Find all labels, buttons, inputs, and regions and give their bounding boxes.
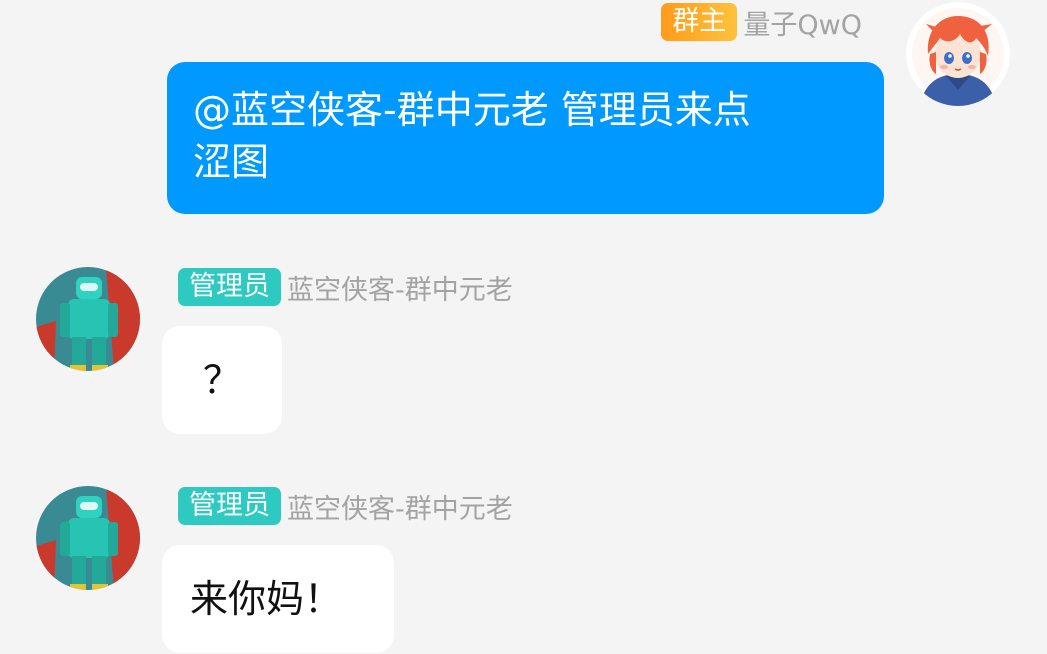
- message-text: ？: [202, 358, 241, 402]
- message-text: @蓝空侠客-群中元老 管理员来点 涩图: [193, 88, 751, 184]
- admin-badge: 管理员: [178, 268, 281, 306]
- sender-name[interactable]: 蓝空侠客-群中元老: [287, 268, 513, 307]
- admin-avatar[interactable]: [36, 486, 140, 590]
- admin-badge: 管理员: [178, 487, 281, 525]
- owner-badge: 群主: [661, 3, 738, 41]
- message-text: 来你妈！: [190, 577, 343, 621]
- admin-avatar[interactable]: [36, 267, 140, 371]
- owner-avatar[interactable]: [906, 2, 1010, 106]
- sender-row: 管理员 蓝空侠客-群中元老: [178, 486, 513, 526]
- message-bubble-other[interactable]: 来你妈！: [162, 545, 394, 653]
- sender-name[interactable]: 蓝空侠客-群中元老: [287, 487, 513, 526]
- teal-pixel-figure-avatar-icon: [36, 267, 140, 371]
- teal-pixel-figure-avatar-icon: [36, 486, 140, 590]
- message-bubble-other[interactable]: ？: [162, 326, 282, 434]
- sender-name[interactable]: 量子QwQ: [743, 3, 862, 42]
- sender-row: 管理员 蓝空侠客-群中元老: [178, 267, 513, 307]
- sender-row: 群主 量子QwQ: [661, 2, 862, 42]
- anime-character-avatar-icon: [906, 2, 1010, 106]
- message-bubble-self[interactable]: @蓝空侠客-群中元老 管理员来点 涩图: [167, 62, 884, 214]
